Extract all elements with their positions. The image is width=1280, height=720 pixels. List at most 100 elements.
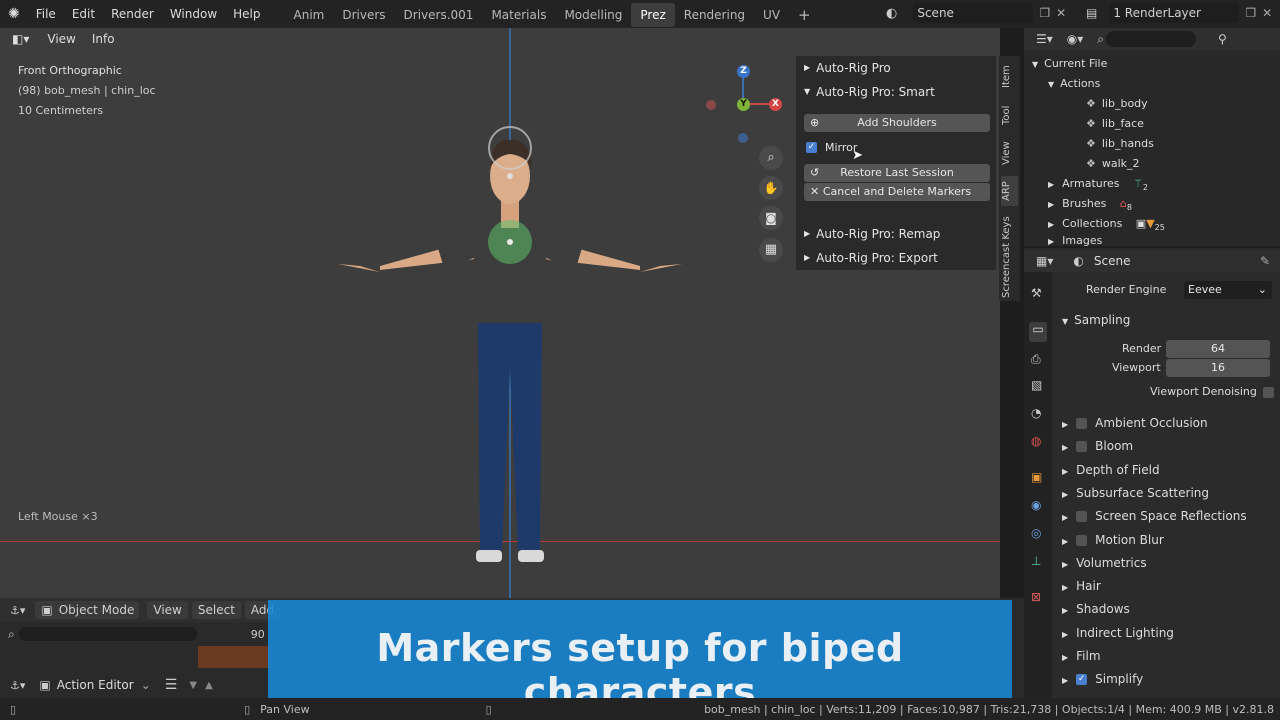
add-shoulders-button[interactable]: ⊕ Add Shoulders [804, 114, 990, 132]
view-menu[interactable]: View [47, 32, 75, 46]
tab-item[interactable]: Item [1001, 62, 1018, 92]
menu-render[interactable]: Render [103, 0, 162, 28]
scene-props-icon[interactable]: ◔ [1031, 406, 1041, 420]
tab-view[interactable]: View [1001, 138, 1018, 168]
tool-icon[interactable]: ⚒ [1031, 286, 1042, 300]
panel-auto-rig-pro[interactable]: ▶ Auto-Rig Pro [796, 56, 996, 80]
character-figure[interactable] [320, 118, 700, 588]
scene-selector[interactable]: ◐ Scene ❐ ✕ [886, 3, 1066, 23]
render-section-panel[interactable]: ▶ ✓ Simplify [1062, 668, 1143, 690]
tree-action-item[interactable]: ❖ lib_body [1086, 94, 1148, 114]
panel-auto-rig-pro-export[interactable]: ▶ Auto-Rig Pro: Export [796, 246, 996, 270]
delete-layer-icon[interactable]: ✕ [1262, 6, 1272, 20]
object-props-icon[interactable]: ▣ [1031, 470, 1042, 484]
tree-collections[interactable]: ▶ Collections ▣▼25 [1048, 214, 1165, 234]
tab-anim[interactable]: Anim [285, 3, 334, 27]
info-menu[interactable]: Info [92, 32, 115, 46]
key-up-icon[interactable]: ▲ [205, 680, 213, 691]
editor-type-icon[interactable]: ⚓▾ [10, 604, 25, 617]
view-layer-icon[interactable]: ▧ [1031, 378, 1042, 392]
tree-action-item[interactable]: ❖ lib_hands [1086, 134, 1154, 154]
action-editor-dropdown[interactable]: Action Editor [57, 678, 137, 692]
timeline-search-input[interactable] [18, 627, 197, 641]
panel-auto-rig-pro-smart[interactable]: ▼ Auto-Rig Pro: Smart [796, 80, 996, 104]
tree-action-item[interactable]: ❖ walk_2 [1086, 154, 1140, 174]
zoom-icon[interactable]: ⌕ [759, 146, 783, 170]
render-section-panel[interactable]: ▶ Film [1062, 645, 1101, 667]
checkbox-icon[interactable] [1076, 534, 1088, 546]
view-layer-name[interactable]: 1 RenderLayer [1109, 3, 1240, 23]
render-section-panel[interactable]: ▶ Depth of Field [1062, 459, 1160, 481]
render-samples-field[interactable]: 64 [1166, 340, 1270, 358]
sampling-panel[interactable]: ▼ Sampling [1062, 309, 1130, 331]
scene-name[interactable]: Scene [913, 3, 1034, 23]
nav-gizmo[interactable]: Z Y X [700, 63, 790, 153]
world-icon[interactable]: ◍ [1031, 434, 1041, 448]
outliner-editor-icon[interactable]: ☰▾ [1036, 32, 1053, 46]
restore-last-session-button[interactable]: ↺ Restore Last Session [804, 164, 990, 182]
render-section-panel[interactable]: ▶ Shadows [1062, 598, 1130, 620]
delete-scene-icon[interactable]: ✕ [1056, 6, 1066, 20]
tree-current-file[interactable]: ▼ Current File [1032, 54, 1107, 74]
select-menu[interactable]: Select [191, 601, 241, 619]
gizmo-y-icon[interactable]: Y [737, 98, 750, 111]
output-icon[interactable]: ⎙ [1031, 352, 1041, 367]
key-down-icon[interactable]: ▼ [189, 680, 197, 691]
gizmo-neg-z-icon[interactable] [738, 133, 748, 143]
pin-icon[interactable]: ✎ [1260, 254, 1270, 268]
modifier-icon[interactable]: ◉ [1031, 498, 1041, 512]
constraint-icon[interactable]: ⊥ [1031, 554, 1041, 568]
editor-type-icon[interactable]: ◧▾ [12, 32, 29, 46]
camera-icon[interactable]: ◙ [759, 206, 783, 230]
cancel-delete-markers-button[interactable]: ✕ Cancel and Delete Markers [804, 183, 990, 201]
viewport-denoising-toggle[interactable]: Viewport Denoising [1150, 381, 1274, 403]
tab-materials[interactable]: Materials [482, 3, 555, 27]
tree-images[interactable]: ▶ Images [1048, 234, 1102, 246]
menu-edit[interactable]: Edit [64, 0, 103, 28]
object-mode-dropdown[interactable]: ▣ Object Mode [35, 601, 140, 619]
render-section-panel[interactable]: ▶ Subsurface Scattering [1062, 482, 1209, 504]
properties-editor-icon[interactable]: ▦▾ [1036, 254, 1053, 268]
copy-scene-icon[interactable]: ❐ [1039, 6, 1050, 20]
tab-arp[interactable]: ARP [1001, 176, 1018, 206]
copy-layer-icon[interactable]: ❐ [1245, 6, 1256, 20]
blender-logo-icon[interactable]: ✺ [0, 0, 28, 28]
menu-file[interactable]: File [28, 0, 64, 28]
tab-rendering[interactable]: Rendering [675, 3, 754, 27]
render-icon[interactable]: ▭ [1029, 322, 1047, 342]
panel-auto-rig-pro-remap[interactable]: ▶ Auto-Rig Pro: Remap [796, 222, 996, 246]
render-section-panel[interactable]: ▶ Volumetrics [1062, 552, 1147, 574]
render-section-panel[interactable]: ▶ Bloom [1062, 435, 1133, 457]
menu-window[interactable]: Window [162, 0, 225, 28]
view-layer-selector[interactable]: ▤ 1 RenderLayer ❐ ✕ [1086, 3, 1272, 23]
render-section-panel[interactable]: ▶ Ambient Occlusion [1062, 412, 1208, 434]
timeline-strip[interactable] [198, 646, 270, 668]
render-section-panel[interactable]: ▶ Motion Blur [1062, 529, 1164, 551]
viewport-samples-field[interactable]: 16 [1166, 359, 1270, 377]
filter-icon[interactable]: ⚲ [1218, 32, 1227, 46]
display-mode-icon[interactable]: ◉▾ [1067, 32, 1084, 46]
tab-drivers-001[interactable]: Drivers.001 [395, 3, 483, 27]
checkbox-icon[interactable] [1076, 511, 1088, 523]
render-engine-dropdown[interactable]: Eevee ⌄ [1184, 281, 1272, 299]
ortho-grid-icon[interactable]: ▦ [759, 238, 783, 262]
tab-uv[interactable]: UV [754, 3, 789, 27]
outliner-search-input[interactable] [1106, 31, 1197, 47]
add-workspace-icon[interactable]: + [789, 3, 820, 27]
menu-help[interactable]: Help [225, 0, 268, 28]
tree-action-item[interactable]: ❖ lib_face [1086, 114, 1144, 134]
render-section-panel[interactable]: ▶ Screen Space Reflections [1062, 505, 1247, 527]
mirror-checkbox[interactable]: ✓ Mirror [806, 141, 857, 154]
tab-tool[interactable]: Tool [1001, 100, 1018, 130]
view-menu-bottom[interactable]: View [147, 601, 188, 619]
gizmo-neg-x-icon[interactable] [706, 100, 716, 110]
gizmo-z-icon[interactable]: Z [737, 65, 750, 78]
tree-armatures[interactable]: ▶ Armatures ⚚2 [1048, 174, 1148, 194]
tab-screencast-keys[interactable]: Screencast Keys [1001, 214, 1018, 300]
physics-icon[interactable]: ◎ [1031, 526, 1041, 540]
hamburger-icon[interactable]: ☰ [165, 677, 178, 693]
gizmo-x-icon[interactable]: X [769, 98, 782, 111]
tab-prez[interactable]: Prez [631, 3, 675, 27]
tree-actions[interactable]: ▼ Actions [1048, 74, 1100, 94]
pan-hand-icon[interactable]: ✋ [759, 176, 783, 200]
